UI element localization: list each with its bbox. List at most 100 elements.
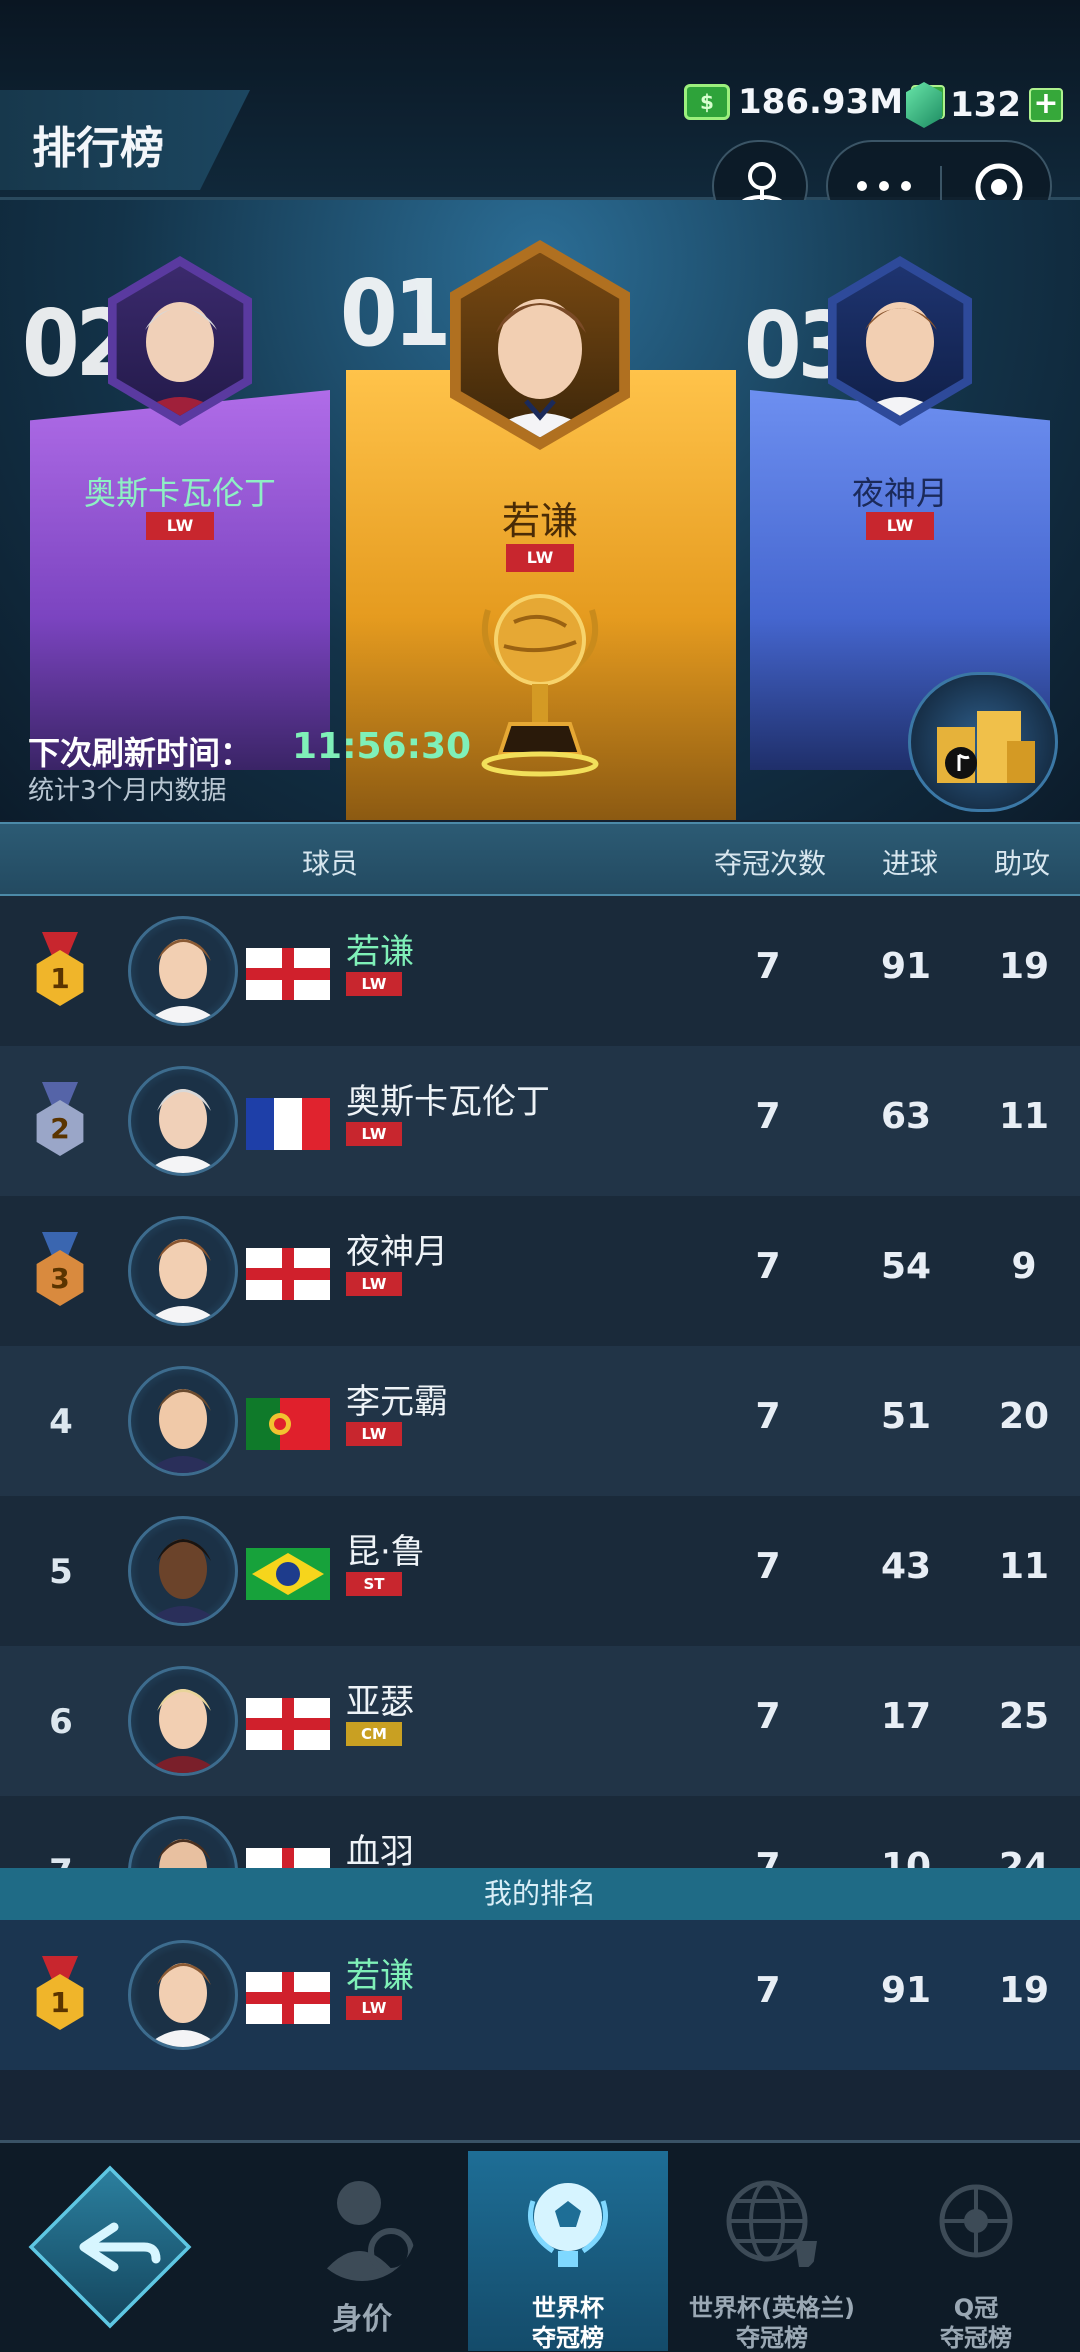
assists-count: 11 [998,1096,1050,1137]
column-titles: 夺冠次数 [713,847,826,880]
tab-market-value[interactable]: 身价 [262,2151,462,2351]
position-tag: LW [346,1272,402,1296]
table-row[interactable]: 7 血羽 LW 7 10 24 [0,1796,1080,1868]
player-name: 夜神月 [346,1232,448,1272]
tab-worldcup-titles-label: 世界杯 夺冠榜 [532,2294,604,2352]
assists-count: 19 [998,1970,1050,2011]
titles-count: 7 [755,1096,781,1137]
podium-position-first: LW [506,544,574,572]
table-row[interactable]: 3 夜神月 LW 7 54 9 [0,1196,1080,1346]
titles-count: 7 [755,1846,781,1868]
player-face [480,299,600,438]
player-name: 奥斯卡瓦伦丁 [346,1082,550,1122]
player-silhouette-icon [317,2181,414,2281]
table-row[interactable]: 2 奥斯卡瓦伦丁 LW 7 63 11 [0,1046,1080,1196]
gem-icon [906,82,942,128]
gem-balance: 132 + [906,82,1063,128]
tab-qcup-titles[interactable]: Q冠 夺冠榜 [876,2151,1076,2352]
player-name: 若谦 [346,1956,414,1996]
flag-england-icon [246,1848,330,1868]
back-icon [79,2222,161,2272]
champions-cup-icon [939,2184,1013,2258]
assists-count: 19 [998,946,1050,987]
podium-name-first: 若谦 [501,499,578,543]
goals-count: 63 [880,1096,932,1137]
goals-count: 43 [880,1546,932,1587]
player-name: 血羽 [346,1832,414,1868]
avatar [128,1516,238,1626]
rank-number: 4 [49,1402,73,1442]
titles-count: 7 [755,946,781,987]
flag-brazil-icon [246,1548,330,1600]
rank-number: 5 [49,1552,73,1592]
more-icon [857,181,911,191]
gift-icon [937,711,1035,783]
position-tag: ST [346,1572,402,1596]
add-gems-button[interactable]: + [1028,88,1063,122]
table-row[interactable]: 5 昆·鲁 ST 7 43 11 [0,1496,1080,1646]
position-tag: LW [346,972,402,996]
player-name: 李元霸 [346,1382,448,1422]
titles-count: 7 [755,1246,781,1287]
titles-count: 7 [755,1696,781,1737]
assists-count: 25 [998,1696,1050,1737]
column-assists: 助攻 [993,847,1050,880]
rank-number: 1 [36,1974,84,2030]
podium-name-third: 夜神月 [851,474,948,512]
flag-england-icon [246,948,330,1000]
avatar [128,1066,238,1176]
table-row[interactable]: 1 若谦 LW 7 91 19 [0,896,1080,1046]
reward-chest-button[interactable] [908,672,1058,812]
rank-number: 1 [36,950,84,1006]
stats-period-note: 统计3个月内数据 [28,776,227,806]
player-name: 昆·鲁 [346,1532,425,1572]
gem-value: 132 [950,85,1021,125]
assists-count: 24 [998,1846,1050,1868]
goals-count: 54 [880,1246,932,1287]
titles-count: 7 [755,1396,781,1437]
refresh-label: 下次刷新时间： [28,734,253,772]
podium-section: 02 奥斯卡瓦伦丁 LW 01 若谦 LW 03 夜神月 LW 下次刷新时间： … [0,200,1080,820]
avatar [128,1216,238,1326]
flag-france-icon [246,1098,330,1150]
player-face [134,301,225,416]
list-footer-spacer [0,2070,1080,2140]
titles-count: 7 [755,1970,781,2011]
tab-worldcup-titles[interactable]: 世界杯 夺冠榜 [468,2151,668,2352]
table-row[interactable]: 4 李元霸 LW 7 51 20 [0,1346,1080,1496]
flag-portugal-icon [246,1398,330,1450]
ranking-table-header: 球员 夺冠次数 进球 助攻 [0,822,1080,896]
podium-position-second: LW [146,512,214,540]
tab-market-value-label: 身价 [332,2302,392,2337]
cash-value: 186.93M [738,82,904,122]
rank-medal-icon: 3 [34,1232,86,1308]
goals-count: 91 [880,946,932,987]
flag-england-icon [246,1248,330,1300]
goals-count: 17 [880,1696,932,1737]
ranking-list: 1 若谦 LW 7 91 19 2 奥斯卡瓦伦丁 LW 7 63 11 3 夜神… [0,896,1080,1868]
refresh-countdown: 11:56:30 [292,726,472,767]
podium-card-second[interactable] [30,390,330,770]
bottom-nav: 身价 世界杯 夺冠榜 世界杯(英格兰) 夺冠榜 Q冠 夺冠榜 [0,2140,1080,2352]
podium-name-second: 奥斯卡瓦伦丁 [83,474,276,512]
tab-worldcup-england-titles[interactable]: 世界杯(英格兰) 夺冠榜 [672,2151,872,2352]
tab-qcup-label: Q冠 夺冠榜 [940,2294,1012,2352]
assists-count: 9 [1011,1246,1037,1287]
tab-worldcup-england-label: 世界杯(英格兰) 夺冠榜 [689,2294,855,2352]
goals-count: 51 [880,1396,932,1437]
position-tag: LW [346,1122,402,1146]
rank-number: 6 [49,1702,73,1742]
rank-number: 3 [36,1250,84,1306]
rank-medal-icon: 1 [34,1956,86,2032]
assists-count: 20 [998,1396,1050,1437]
avatar [128,916,238,1026]
flag-england-icon [246,1972,330,2024]
back-button[interactable] [0,2143,230,2352]
table-row[interactable]: 6 亚瑟 CM 7 17 25 [0,1646,1080,1796]
rank-medal-icon: 2 [34,1082,86,1158]
avatar [128,1816,238,1868]
rank-medal-icon: 1 [34,932,86,1008]
my-rank-row[interactable]: 1 若谦 LW 7 91 19 [0,1920,1080,2070]
cash-icon: $ [684,84,730,120]
position-tag: LW [346,1996,402,2020]
